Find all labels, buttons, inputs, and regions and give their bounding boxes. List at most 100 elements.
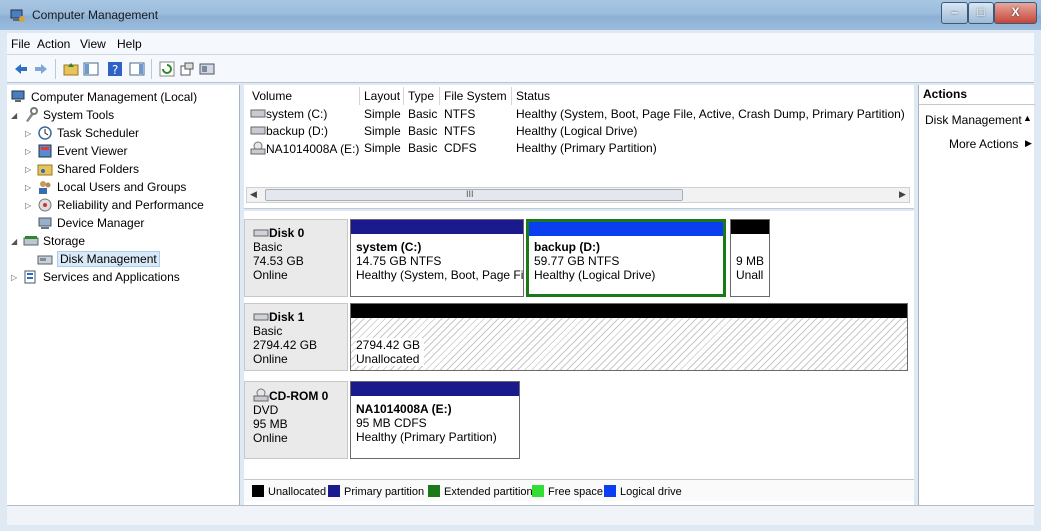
legend-item: Extended partition [428, 485, 533, 498]
minimize-icon: – [951, 5, 958, 19]
scroll-grip: III [466, 189, 474, 199]
expand-icon[interactable]: ▷ [25, 201, 31, 210]
logical-drive-bar [529, 222, 723, 236]
expand-icon[interactable]: ▷ [25, 147, 31, 156]
tree-item-system-tools[interactable]: System Tools [23, 107, 114, 125]
disk-status: Online [253, 431, 288, 445]
svg-text:?: ? [112, 63, 118, 77]
scroll-right-icon[interactable]: ▶ [899, 189, 906, 200]
disk-name: Disk 0 [269, 226, 305, 240]
action-disk-management[interactable]: Disk Management ▲ [925, 113, 1033, 127]
toolbar-separator [55, 59, 56, 79]
help-icon[interactable]: ? [107, 61, 123, 77]
cd-drive-icon [253, 388, 269, 402]
table-row[interactable]: system (C:) [250, 107, 327, 121]
expand-icon[interactable]: ▷ [25, 129, 31, 138]
actions-header: Actions [919, 87, 1035, 105]
storage-icon [23, 236, 39, 246]
minimize-button[interactable]: – [941, 2, 968, 24]
tree-item-services-applications[interactable]: Services and Applications [23, 269, 180, 287]
menu-bar: File Action View Help [7, 33, 1034, 55]
toolbar-separator [151, 59, 152, 79]
disk-status: Online [253, 352, 288, 366]
back-arrow-icon[interactable] [13, 61, 29, 77]
horizontal-scrollbar[interactable]: ◀ III ▶ [246, 187, 910, 203]
show-hide-console-tree-icon[interactable] [83, 61, 99, 77]
tree-label: Reliability and Performance [57, 198, 204, 212]
users-icon [39, 181, 51, 194]
action-more-actions[interactable]: More Actions ▶ [949, 137, 1033, 151]
disk-type: DVD [253, 403, 279, 417]
action-label: More Actions [949, 137, 1019, 151]
column-header-file-system[interactable]: File System [440, 87, 512, 105]
up-folder-icon[interactable] [63, 61, 79, 77]
tree-item-disk-management[interactable]: Disk Management [37, 251, 160, 269]
show-hide-action-pane-icon[interactable] [129, 61, 145, 77]
partition-backup-d[interactable]: backup (D:) 59.77 GB NTFS Healthy (Logic… [526, 219, 726, 297]
disk-settings-icon[interactable] [199, 61, 215, 77]
tree-label: Task Scheduler [57, 126, 140, 140]
actions-pane: Actions Disk Management ▲ More Actions ▶ [918, 85, 1035, 505]
action-label: Disk Management [925, 113, 1022, 127]
legend-item: Primary partition [328, 485, 424, 498]
unallocated-bar [731, 220, 769, 234]
tree-label: Storage [43, 234, 86, 248]
collapse-icon[interactable]: ◢ [11, 237, 17, 246]
menu-action[interactable]: Action [37, 37, 70, 51]
disk-type: Basic [253, 240, 283, 254]
column-header-volume[interactable]: Volume [248, 87, 360, 105]
disk-label[interactable]: CD-ROM 0 DVD 95 MB Online [244, 381, 348, 459]
partition-legend: Unallocated Primary partition Extended p… [244, 479, 914, 501]
disk-label[interactable]: Disk 0 Basic 74.53 GB Online [244, 219, 348, 297]
tree-item-computer-management[interactable]: Computer Management (Local) [11, 89, 197, 107]
column-header-status[interactable]: Status [512, 87, 912, 105]
toolbar: ? [7, 55, 1034, 83]
scrollbar-thumb[interactable]: III [265, 189, 683, 201]
refresh-icon[interactable] [159, 61, 175, 77]
computer-management-icon [10, 9, 25, 22]
partition-name: system (C:) [356, 240, 422, 254]
table-row[interactable]: NA1014008A (E:) [250, 141, 359, 156]
expand-icon[interactable]: ▷ [25, 165, 31, 174]
tree-item-local-users-groups[interactable]: Local Users and Groups [37, 179, 186, 197]
volume-layout: Simple [364, 107, 401, 121]
partition-unallocated-small[interactable]: 9 MB Unall [730, 219, 770, 297]
menu-file[interactable]: File [11, 37, 30, 51]
event-viewer-icon [38, 144, 52, 158]
tree-label: Services and Applications [43, 270, 180, 284]
tree-label: Local Users and Groups [57, 180, 187, 194]
close-button[interactable]: X [994, 2, 1037, 24]
partition-name: backup (D:) [534, 240, 600, 254]
maximize-button[interactable]: □ [968, 2, 994, 24]
table-row[interactable]: backup (D:) [250, 124, 328, 138]
tree-item-device-manager[interactable]: Device Manager [37, 215, 144, 233]
chevron-up-icon[interactable]: ▲ [1023, 113, 1032, 123]
properties-icon[interactable] [179, 61, 195, 77]
scroll-left-icon[interactable]: ◀ [250, 189, 257, 200]
expand-icon[interactable]: ▷ [25, 183, 31, 192]
title-bar[interactable]: Computer Management – □ X [0, 0, 1041, 30]
disk-label[interactable]: Disk 1 Basic 2794.42 GB Online [244, 303, 348, 371]
partition-size: 9 MB [736, 254, 765, 268]
legend-label: Primary partition [344, 486, 425, 498]
partition-system-c[interactable]: system (C:) 14.75 GB NTFS Healthy (Syste… [350, 219, 524, 297]
window-title: Computer Management [32, 8, 159, 22]
menu-help[interactable]: Help [117, 37, 142, 51]
tree-item-task-scheduler[interactable]: Task Scheduler [37, 125, 139, 143]
menu-view[interactable]: View [80, 37, 106, 51]
computer-management-window: Computer Management – □ X File Action Vi… [0, 0, 1041, 531]
column-header-type[interactable]: Type [404, 87, 440, 105]
tree-item-reliability-performance[interactable]: Reliability and Performance [37, 197, 204, 215]
services-icon [24, 270, 36, 284]
partition-unallocated-large[interactable]: 2794.42 GB Unallocated [350, 303, 908, 371]
column-header-layout[interactable]: Layout [360, 87, 404, 105]
legend-item: Logical drive [604, 485, 682, 498]
tree-item-shared-folders[interactable]: Shared Folders [37, 161, 139, 179]
collapse-icon[interactable]: ◢ [11, 111, 17, 120]
forward-arrow-icon[interactable] [33, 61, 49, 77]
tree-item-storage[interactable]: Storage [23, 233, 85, 251]
partition-cdrom-e[interactable]: NA1014008A (E:) 95 MB CDFS Healthy (Prim… [350, 381, 520, 459]
expand-icon[interactable]: ▷ [11, 273, 17, 282]
partition-status: Unallocated [356, 352, 424, 366]
tree-item-event-viewer[interactable]: Event Viewer [37, 143, 127, 161]
